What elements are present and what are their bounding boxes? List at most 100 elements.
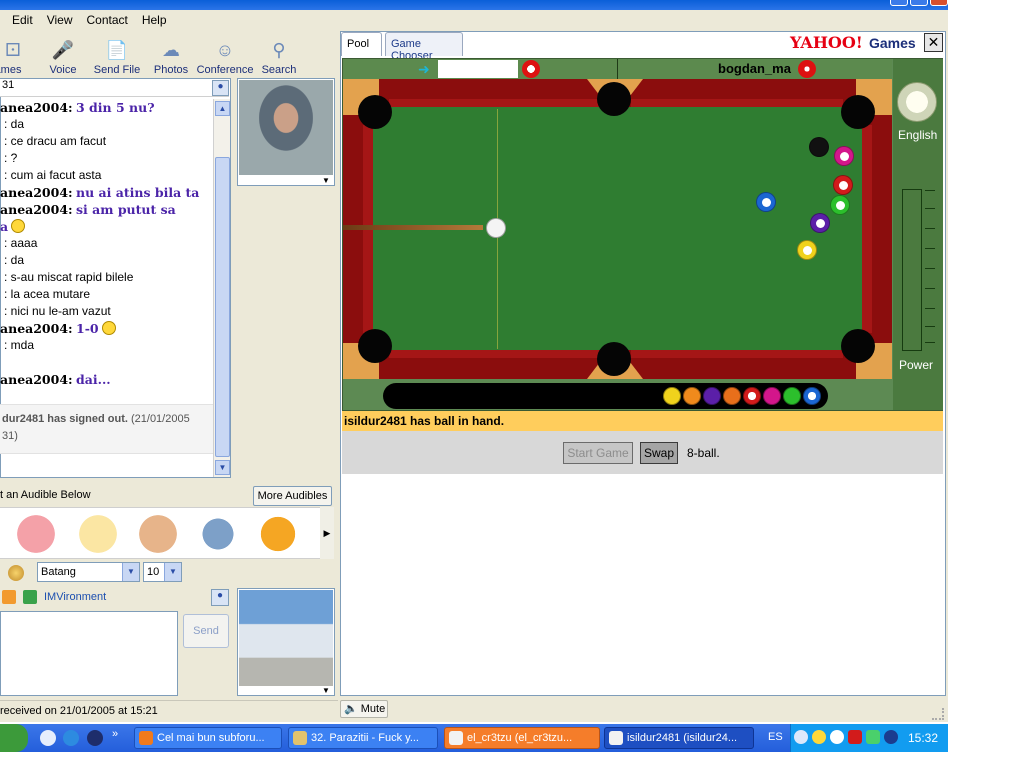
- taskbar-item[interactable]: el_cr3tzu (el_cr3tzu...: [444, 727, 600, 749]
- search-button[interactable]: ⚲ Search: [252, 32, 306, 77]
- info-tray-icon[interactable]: [884, 730, 898, 744]
- player1-ball-icon: [522, 60, 540, 78]
- conference-button[interactable]: ☺ Conference: [197, 32, 254, 77]
- taskbar-item[interactable]: isildur2481 (isildur24...: [604, 727, 754, 749]
- sun-icon[interactable]: [2, 590, 16, 604]
- smiley-icon: [101, 321, 116, 335]
- menu-edit[interactable]: Edit: [12, 13, 33, 27]
- font-size-select[interactable]: 10 ▼: [143, 562, 182, 582]
- chevron-down-icon[interactable]: ▼: [322, 686, 330, 695]
- pocket: [358, 329, 392, 363]
- chevron-right-icon[interactable]: ▶: [320, 507, 334, 559]
- menu-contact[interactable]: Contact: [86, 13, 127, 27]
- chat-message: : nici nu le-am vazut: [4, 304, 111, 318]
- panda-tray-icon[interactable]: [830, 730, 844, 744]
- scroll-thumb[interactable]: [215, 157, 230, 457]
- send-file-label: Send File: [93, 64, 141, 76]
- power-tick: [925, 326, 935, 327]
- font-size-value: 10: [147, 566, 160, 578]
- ball-red: [833, 175, 853, 195]
- start-game-button[interactable]: Start Game: [563, 442, 633, 464]
- network-tray-icon[interactable]: [866, 730, 880, 744]
- imvironment-link[interactable]: IMVironment: [44, 591, 106, 603]
- smiley-tray-icon[interactable]: [812, 730, 826, 744]
- audible-hat-icon[interactable]: [254, 510, 302, 558]
- mute-label: Mute: [360, 703, 386, 715]
- games-button[interactable]: ⚀ Games: [0, 32, 26, 77]
- im-toolbar: ⚀ Games 🎤 Voice 📄 Send File ☁ Photos ☺ C…: [0, 32, 338, 77]
- font-select[interactable]: Batang ▼: [37, 562, 140, 582]
- chat-message: : da: [4, 253, 25, 267]
- chat-message: nu ai atins bila ta: [76, 185, 200, 200]
- conference-icon: ☺: [215, 39, 235, 60]
- chevron-down-icon[interactable]: ▼: [122, 563, 139, 581]
- taskbar-item[interactable]: 32. Parazitii - Fuck y...: [288, 727, 438, 749]
- signout-time: (21/01/2005: [130, 413, 190, 425]
- chevron-right-icon[interactable]: »: [112, 728, 118, 740]
- chat-line: : da: [0, 252, 213, 269]
- audible-face-icon[interactable]: [12, 510, 60, 558]
- scroll-up-arrow[interactable]: ▲: [215, 101, 230, 116]
- chat-line: [0, 354, 213, 371]
- mute-button[interactable]: 🔈 Mute: [340, 700, 388, 718]
- menu-help[interactable]: Help: [142, 13, 167, 27]
- my-display-image[interactable]: ▼: [237, 588, 335, 696]
- chat-scrollbar[interactable]: ▲ ▼: [213, 99, 230, 477]
- start-button[interactable]: [0, 724, 28, 752]
- chat-line: : cum ai facut asta: [0, 167, 213, 184]
- audible-girl-icon[interactable]: [74, 510, 122, 558]
- close-button[interactable]: [930, 0, 948, 6]
- buddy-info-button[interactable]: ●: [212, 80, 229, 96]
- language-dial-icon[interactable]: [897, 82, 937, 122]
- chevron-down-icon[interactable]: ▼: [322, 176, 330, 185]
- audible-cyclops-icon[interactable]: [134, 510, 182, 558]
- minimize-button[interactable]: [890, 0, 908, 6]
- messenger-icon[interactable]: [87, 730, 103, 746]
- ball-spot: [839, 181, 848, 190]
- taskbar-item[interactable]: Cel mai bun subforu...: [134, 727, 282, 749]
- cue-ball[interactable]: [486, 218, 506, 238]
- signout-notice: dur2481 has signed out. (21/01/2005 31): [0, 404, 213, 454]
- menu-view[interactable]: View: [47, 13, 73, 27]
- resize-grip[interactable]: [932, 708, 944, 720]
- audible-dog-icon[interactable]: [194, 510, 242, 558]
- send-file-button[interactable]: 📄 Send File: [90, 32, 144, 77]
- palette-icon[interactable]: [8, 565, 24, 581]
- scroll-down-arrow[interactable]: ▼: [215, 460, 230, 475]
- chat-log: anea2004: 3 din 5 nu?: da: ce dracu am f…: [0, 99, 213, 401]
- my-display-button[interactable]: ●: [211, 589, 229, 606]
- ball-stripe-magenta: [834, 146, 854, 166]
- swap-button[interactable]: Swap: [640, 442, 678, 464]
- message-input[interactable]: [0, 611, 178, 696]
- power-tick: [925, 342, 935, 343]
- turn-arrow-icon: ➜: [418, 61, 430, 77]
- cue-stick[interactable]: [343, 225, 483, 230]
- chevron-down-icon[interactable]: ▼: [164, 563, 181, 581]
- zonealarm-tray-icon[interactable]: [848, 730, 862, 744]
- tab-game-chooser[interactable]: Game Chooser: [385, 32, 463, 62]
- pocketed-ball: [703, 387, 721, 405]
- chat-message: : mda: [4, 338, 35, 352]
- contact-display-image[interactable]: ▼: [237, 78, 335, 186]
- pocket: [358, 95, 392, 129]
- tab-pool[interactable]: Pool: [341, 32, 382, 56]
- pool-table[interactable]: [343, 79, 892, 379]
- close-icon[interactable]: ✕: [924, 33, 943, 52]
- voice-label: Voice: [49, 64, 77, 76]
- signout-text: dur2481 has signed out.: [2, 413, 128, 425]
- quicklaunch-icon[interactable]: [40, 730, 56, 746]
- imvironment-icon[interactable]: [23, 590, 37, 604]
- chevron-left-icon[interactable]: [794, 730, 808, 744]
- language-indicator[interactable]: ES: [768, 731, 783, 743]
- chat-message: : la acea mutare: [4, 287, 91, 301]
- photos-button[interactable]: ☁ Photos: [144, 32, 198, 77]
- ie-icon[interactable]: [63, 730, 79, 746]
- more-audibles-button[interactable]: More Audibles: [253, 486, 332, 506]
- language-label[interactable]: English: [898, 128, 937, 142]
- chat-window-icon: [609, 731, 623, 745]
- maximize-button[interactable]: [910, 0, 928, 6]
- send-button[interactable]: Send: [183, 614, 229, 648]
- voice-button[interactable]: 🎤 Voice: [36, 32, 90, 77]
- chat-line: : mda: [0, 337, 213, 354]
- ball-yellow: [797, 240, 817, 260]
